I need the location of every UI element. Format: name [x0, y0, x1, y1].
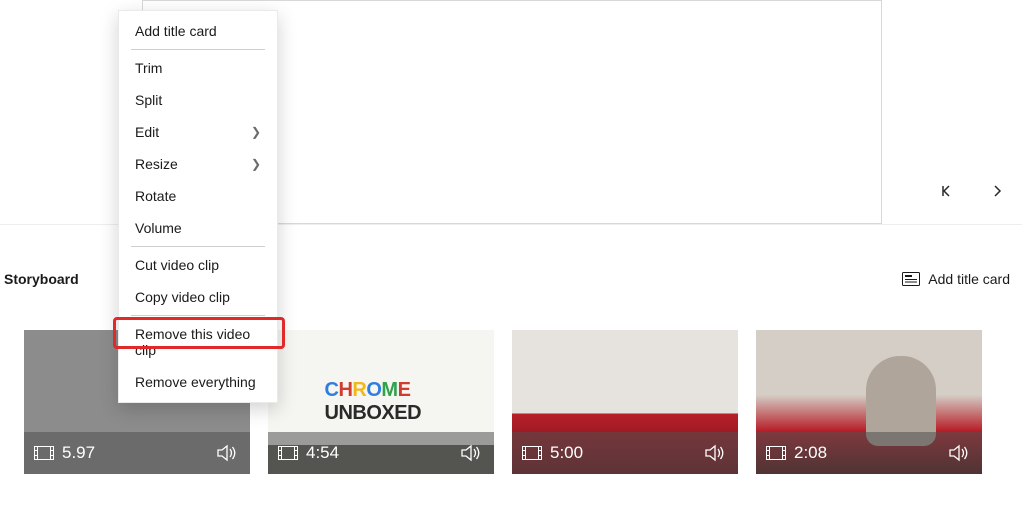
storyboard-title: Storyboard	[4, 271, 79, 287]
menu-add-title-card[interactable]: Add title card	[119, 15, 277, 47]
speaker-icon[interactable]	[948, 444, 970, 462]
chrome-unboxed-logo: CHROME UNBOXED	[325, 379, 438, 425]
clip-overlay: 5:00	[512, 432, 738, 474]
speaker-icon[interactable]	[704, 444, 726, 462]
clip-duration: 5.97	[62, 443, 216, 463]
next-frame-button[interactable]	[990, 184, 1004, 198]
speaker-icon[interactable]	[460, 444, 482, 462]
film-icon	[278, 446, 298, 460]
clip-4[interactable]: 2:08	[756, 330, 982, 474]
add-title-card-button[interactable]: Add title card	[902, 271, 1010, 287]
menu-trim[interactable]: Trim	[119, 52, 277, 84]
clip-overlay: 4:54	[268, 432, 494, 474]
menu-separator	[131, 315, 265, 316]
menu-volume[interactable]: Volume	[119, 212, 277, 244]
menu-copy-clip[interactable]: Copy video clip	[119, 281, 277, 313]
title-card-icon	[902, 272, 920, 286]
clip-overlay: 2:08	[756, 432, 982, 474]
film-icon	[34, 446, 54, 460]
menu-remove-clip[interactable]: Remove this video clip	[119, 318, 277, 366]
add-title-card-label: Add title card	[928, 271, 1010, 287]
speaker-icon[interactable]	[216, 444, 238, 462]
chevron-right-icon: ❯	[251, 157, 261, 171]
context-menu: Add title card Trim Split Edit❯ Resize❯ …	[118, 10, 278, 403]
clip-duration: 4:54	[306, 443, 460, 463]
clip-duration: 2:08	[794, 443, 948, 463]
menu-edit[interactable]: Edit❯	[119, 116, 277, 148]
film-icon	[766, 446, 786, 460]
menu-split[interactable]: Split	[119, 84, 277, 116]
nav-arrows	[940, 184, 1004, 198]
clip-2[interactable]: CHROME UNBOXED 4:54	[268, 330, 494, 474]
menu-separator	[131, 246, 265, 247]
menu-rotate[interactable]: Rotate	[119, 180, 277, 212]
menu-resize[interactable]: Resize❯	[119, 148, 277, 180]
menu-remove-everything[interactable]: Remove everything	[119, 366, 277, 398]
previous-frame-button[interactable]	[940, 184, 954, 198]
clip-3[interactable]: 5:00	[512, 330, 738, 474]
film-icon	[522, 446, 542, 460]
chevron-right-icon: ❯	[251, 125, 261, 139]
clip-duration: 5:00	[550, 443, 704, 463]
menu-separator	[131, 49, 265, 50]
clip-overlay: 5.97	[24, 432, 250, 474]
menu-cut-clip[interactable]: Cut video clip	[119, 249, 277, 281]
